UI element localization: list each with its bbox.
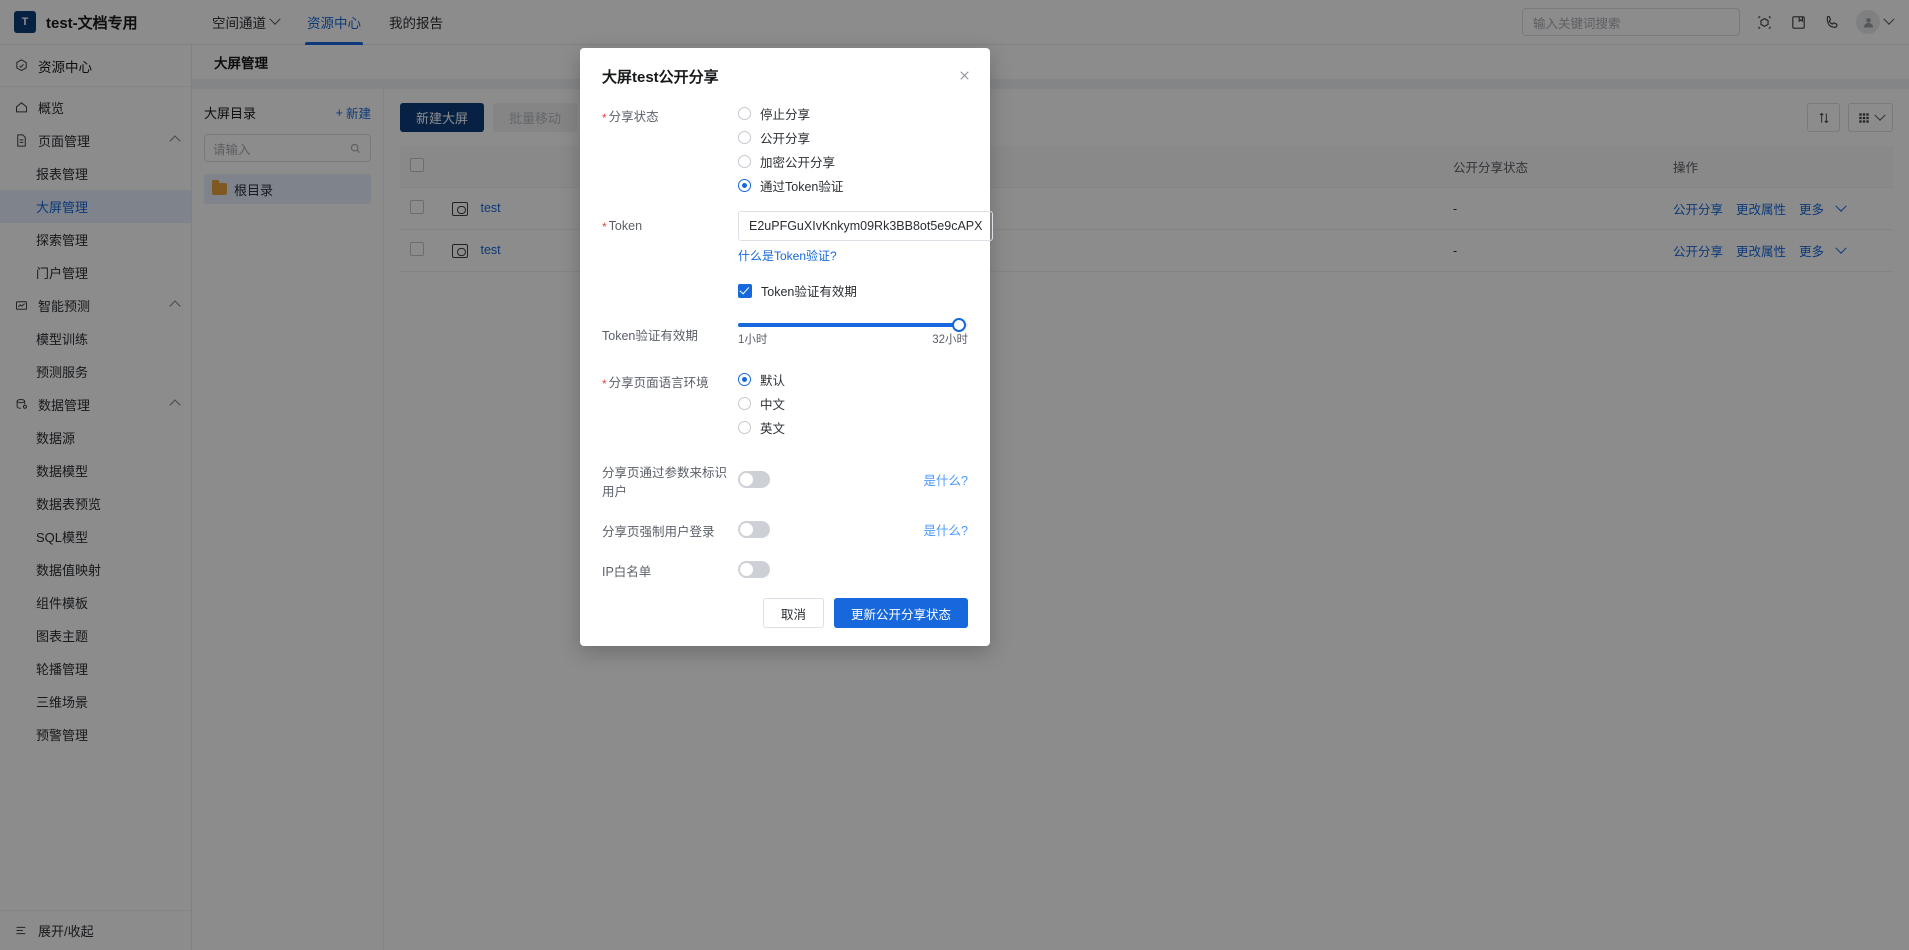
radio-icon-selected: [738, 373, 751, 386]
field-token: Token E2uPFGuXIvKnkym09Rk3BB8ot5e9cAPX 什…: [602, 211, 994, 265]
radio-public-share[interactable]: 公开分享: [738, 127, 968, 148]
radio-icon: [738, 131, 751, 144]
toggle-identify-user[interactable]: [738, 471, 770, 488]
help-link-identify-user[interactable]: 是什么?: [924, 470, 968, 489]
switch-row-identify-user: 是什么?: [738, 470, 968, 489]
switch-row-ip-whitelist: [738, 560, 968, 578]
slider-control: 1小时 32小时: [738, 317, 968, 347]
slider-track[interactable]: [738, 318, 968, 332]
share-status-label: 分享状态: [602, 103, 738, 125]
app-root: T test-文档专用 空间通道 资源中心 我的报告 输入关键词搜索 资源中心 …: [0, 0, 1909, 950]
token-label: Token: [602, 211, 738, 234]
token-expiry-check-label: Token验证有效期: [761, 285, 857, 299]
radio-icon: [738, 155, 751, 168]
slider-thumb[interactable]: [951, 318, 966, 332]
checkbox-checked-icon: [738, 283, 752, 298]
field-token-expiry-enable: Token验证有效期: [602, 281, 968, 300]
radio-label: 停止分享: [760, 108, 811, 122]
radio-lang-default[interactable]: 默认: [738, 369, 968, 390]
radio-icon-selected: [738, 179, 751, 192]
language-options: 默认 中文 英文: [738, 369, 968, 441]
public-share-dialog: 大屏test公开分享 分享状态 停止分享 公开分享: [580, 48, 994, 646]
slider-min-label: 1小时: [738, 334, 768, 346]
token-expiry-check-spacer: [602, 281, 738, 284]
radio-label: 通过Token验证: [760, 180, 844, 194]
radio-label: 默认: [760, 374, 786, 388]
cancel-button[interactable]: 取消: [762, 598, 824, 628]
dialog-body: 分享状态 停止分享 公开分享 加密公开分享: [580, 93, 994, 580]
token-control: E2uPFGuXIvKnkym09Rk3BB8ot5e9cAPX 什么是Toke…: [738, 211, 994, 265]
field-language: 分享页面语言环境 默认 中文 英文: [602, 369, 968, 441]
radio-label: 公开分享: [760, 132, 811, 146]
token-help-link[interactable]: 什么是Token验证?: [738, 247, 837, 264]
share-status-options: 停止分享 公开分享 加密公开分享 通过Token验证: [738, 103, 968, 199]
radio-label: 英文: [760, 422, 786, 436]
token-input[interactable]: E2uPFGuXIvKnkym09Rk3BB8ot5e9cAPX: [738, 211, 994, 241]
slider-label: Token验证有效期: [602, 329, 698, 343]
field-force-login: 分享页强制用户登录 是什么?: [602, 518, 968, 540]
field-identify-user-by-param: 分享页通过参数来标识用户 是什么?: [602, 459, 968, 500]
switch-label-force-login: 分享页强制用户登录: [602, 525, 715, 539]
slider-max-label: 32小时: [932, 334, 968, 346]
switch-row-force-login: 是什么?: [738, 520, 968, 539]
dialog-header: 大屏test公开分享: [580, 48, 990, 93]
close-icon[interactable]: [954, 65, 974, 85]
radio-icon: [738, 397, 751, 410]
slider-end-labels: 1小时 32小时: [738, 331, 968, 347]
field-share-status: 分享状态 停止分享 公开分享 加密公开分享: [602, 103, 968, 199]
token-expiry-checkbox-row[interactable]: Token验证有效期: [738, 281, 968, 300]
confirm-button[interactable]: 更新公开分享状态: [833, 598, 968, 628]
radio-label: 中文: [760, 398, 786, 412]
toggle-force-login[interactable]: [738, 520, 770, 538]
field-ip-whitelist: IP白名单: [602, 558, 968, 580]
dialog-title: 大屏test公开分享: [602, 69, 719, 86]
switch-label-ip-whitelist: IP白名单: [602, 565, 652, 579]
radio-lang-chinese[interactable]: 中文: [738, 393, 968, 414]
radio-token-verify[interactable]: 通过Token验证: [738, 175, 968, 196]
slider-fill: [738, 323, 959, 327]
switch-label-identify-user: 分享页通过参数来标识用户: [602, 466, 728, 499]
radio-stop-share[interactable]: 停止分享: [738, 103, 968, 124]
radio-icon: [738, 421, 751, 434]
help-link-force-login[interactable]: 是什么?: [924, 520, 968, 539]
field-token-expiry-slider: Token验证有效期 1小时 32小时: [602, 317, 968, 347]
language-label: 分享页面语言环境: [602, 369, 738, 391]
radio-encrypted-share[interactable]: 加密公开分享: [738, 151, 968, 172]
toggle-ip-whitelist[interactable]: [738, 560, 770, 578]
radio-lang-english[interactable]: 英文: [738, 417, 968, 438]
dialog-footer: 取消 更新公开分享状态: [580, 594, 990, 628]
radio-icon: [738, 107, 751, 120]
radio-label: 加密公开分享: [760, 156, 836, 170]
